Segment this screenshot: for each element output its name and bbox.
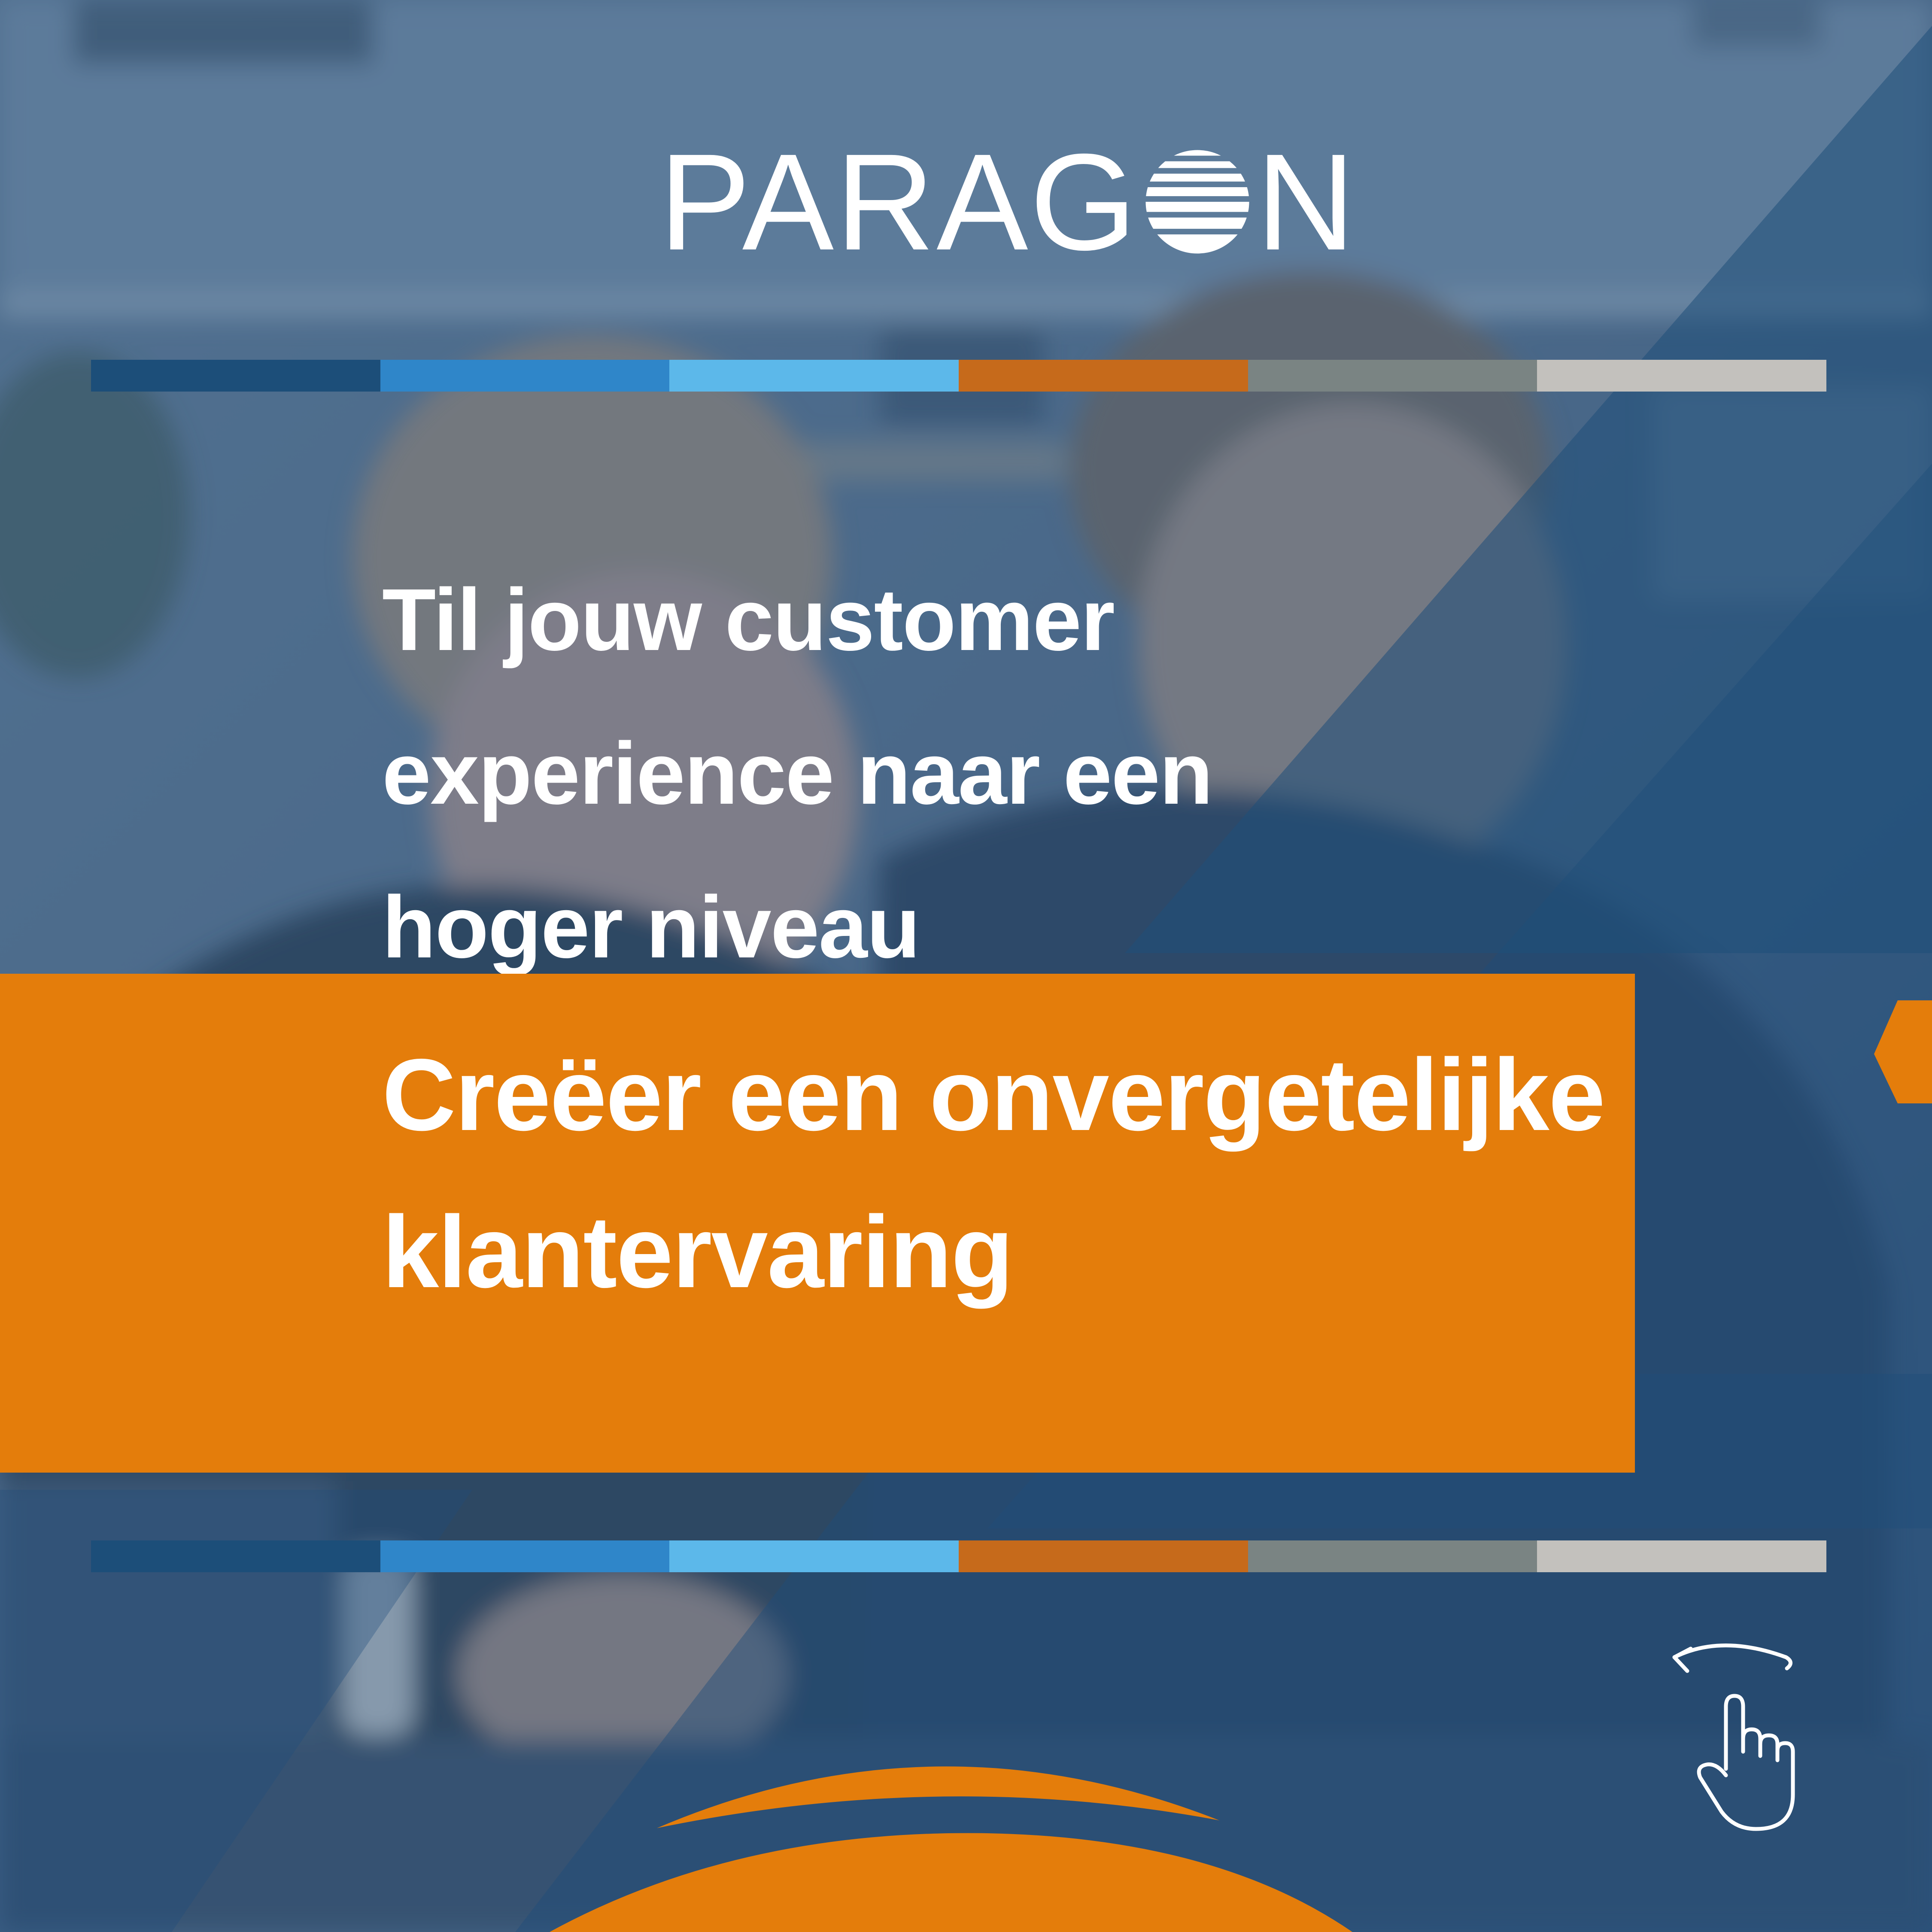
- paragon-logo: PARAG N: [659, 133, 1357, 270]
- stripe-segment: [380, 360, 670, 392]
- banner-title: Creëer een onvergetelijke klantervaring: [382, 1038, 1605, 1309]
- stripe-segment: [669, 1540, 959, 1572]
- color-stripe-bottom: [91, 1540, 1827, 1572]
- stripe-segment: [380, 1540, 670, 1572]
- stripe-segment: [1537, 360, 1827, 392]
- color-stripe-top: [91, 360, 1827, 392]
- stripe-segment: [1248, 1540, 1537, 1572]
- striped-globe-icon: [1145, 150, 1249, 254]
- social-post: PARAG N Til jouw customer experience naa…: [0, 0, 1932, 1932]
- logo-text-end: N: [1256, 125, 1357, 279]
- stripe-segment: [959, 360, 1248, 392]
- logo-text-start: PARAG: [659, 125, 1139, 279]
- stripe-segment: [1537, 1540, 1827, 1572]
- stripe-segment: [91, 360, 380, 392]
- stripe-segment: [959, 1540, 1248, 1572]
- headline: Til jouw customer experience naar een ho…: [382, 571, 1213, 976]
- swipe-hand-icon[interactable]: [1666, 1631, 1812, 1838]
- stripe-segment: [1248, 360, 1537, 392]
- stripe-segment: [669, 360, 959, 392]
- stripe-segment: [91, 1540, 380, 1572]
